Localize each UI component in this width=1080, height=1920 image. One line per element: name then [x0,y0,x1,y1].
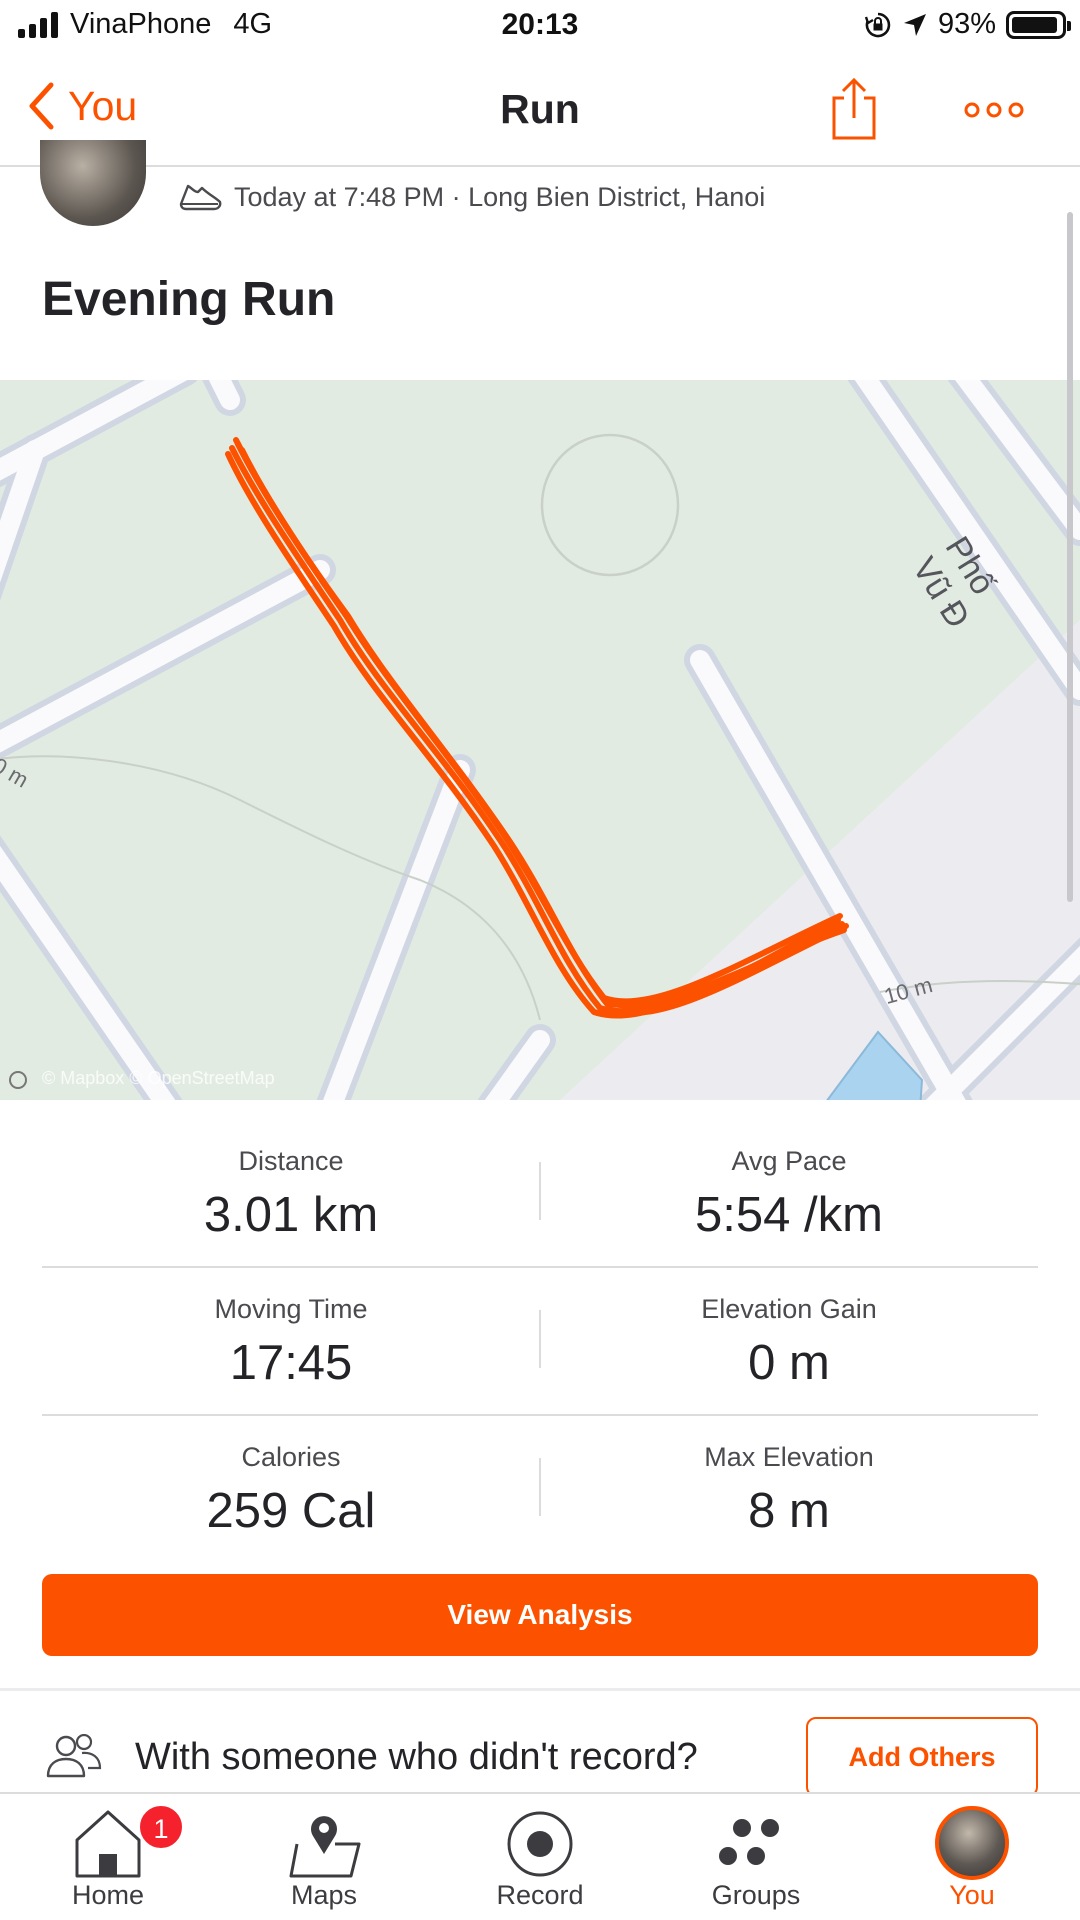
profile-avatar [935,1806,1009,1880]
add-others-row: With someone who didn't record? Add Othe… [0,1692,1080,1797]
add-others-button[interactable]: Add Others [806,1717,1038,1797]
notification-badge: 1 [138,1804,184,1850]
share-button[interactable] [826,76,882,147]
tab-label: Record [496,1880,584,1910]
groups-icon [719,1819,779,1865]
status-right: 93% [864,8,1071,41]
stat-value: 8 m [748,1484,830,1538]
tab-label: Groups [711,1880,801,1910]
battery-icon [1006,10,1071,39]
stat-label: Elevation Gain [701,1294,877,1324]
view-analysis-button[interactable]: View Analysis [42,1574,1038,1656]
activity-meta: Today at 7:48 PM · Long Bien District, H… [178,180,765,214]
stat-distance: Distance 3.01 km [42,1146,540,1243]
athlete-avatar[interactable] [40,140,146,226]
stat-value: 17:45 [229,1336,353,1390]
tab-groups[interactable]: Groups [648,1794,864,1920]
more-button[interactable] [964,100,1024,125]
stat-max-elevation: Max Elevation 8 m [540,1442,1038,1539]
stat-row: Distance 3.01 km Avg Pace 5:54 /km [42,1120,1038,1268]
stats-grid: Distance 3.01 km Avg Pace 5:54 /km Movin… [42,1120,1038,1564]
people-icon [46,1734,102,1778]
stat-elevation-gain: Elevation Gain 0 m [540,1294,1038,1391]
tab-maps[interactable]: Maps [216,1794,432,1920]
battery-percent: 93% [937,8,996,40]
tab-home[interactable]: 1 Home [0,1794,216,1920]
section-divider [0,1688,1080,1691]
stat-label: Max Elevation [704,1442,874,1472]
battery-level [1012,16,1057,33]
location-arrow-icon [903,13,926,36]
route-map[interactable]: Phố Vũ Đ 10 m 0 m © Mapbox © OpenStreetM… [0,380,1080,1100]
stat-label: Distance [238,1146,344,1176]
stat-calories: Calories 259 Cal [42,1442,540,1539]
stat-label: Moving Time [214,1294,368,1324]
map-attribution[interactable]: © Mapbox © OpenStreetMap [42,1068,275,1089]
stat-moving-time: Moving Time 17:45 [42,1294,540,1391]
tab-label: You [949,1880,995,1910]
tab-bar: 1 Home Maps Record Groups You [0,1792,1080,1920]
add-others-prompt: With someone who didn't record? [135,1736,698,1778]
stat-row: Moving Time 17:45 Elevation Gain 0 m [42,1268,1038,1416]
share-icon [832,77,876,140]
tab-label: Home [71,1880,145,1910]
scrollbar[interactable] [1067,212,1073,902]
stat-label: Calories [241,1442,341,1472]
page-title: Run [500,86,580,132]
stat-value: 259 Cal [206,1484,376,1538]
stat-label: Avg Pace [731,1146,847,1176]
stat-row: Calories 259 Cal Max Elevation 8 m [42,1416,1038,1564]
stat-value: 5:54 /km [695,1188,883,1242]
shoe-icon [179,184,222,211]
status-bar: VinaPhone 4G 20:13 93% [0,0,1080,54]
activity-title: Evening Run [42,273,336,326]
rotation-lock-icon [864,12,891,37]
map-pin-icon [289,1816,361,1878]
stat-value: 0 m [748,1336,830,1390]
record-icon [507,1811,573,1877]
more-dots-icon [964,102,1024,118]
tab-you[interactable]: You [864,1794,1080,1920]
stat-avg-pace: Avg Pace 5:54 /km [540,1146,1038,1243]
activity-meta-text: Today at 7:48 PM · Long Bien District, H… [234,181,766,212]
tab-record[interactable]: Record [432,1794,648,1920]
stat-value: 3.01 km [203,1188,379,1242]
tab-label: Maps [290,1880,358,1910]
nav-bar: You Run [0,54,1080,167]
